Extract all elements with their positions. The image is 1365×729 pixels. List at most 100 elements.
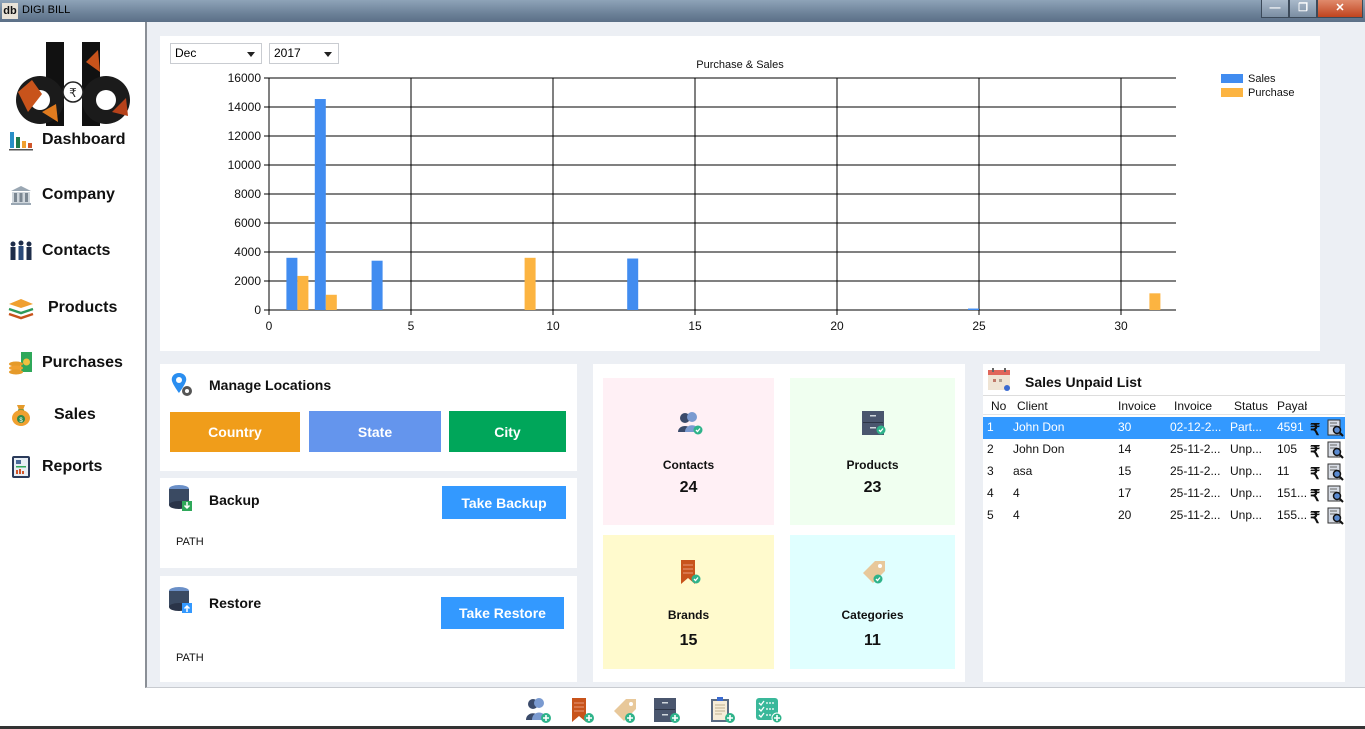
table-row[interactable]: 4 4 17 25-11-2... Unp... 151... ₹ — [983, 483, 1345, 505]
x-tick-label: 5 — [408, 319, 415, 333]
cell-no: 2 — [987, 442, 994, 456]
cell-invoice-no: 17 — [1118, 486, 1132, 500]
database-download-icon — [169, 485, 192, 511]
sidebar-item-label: Products — [48, 299, 118, 316]
cell-no: 3 — [987, 464, 994, 478]
manage-locations-title: Manage Locations — [209, 377, 332, 393]
people-group-icon — [10, 240, 32, 260]
state-button[interactable]: State — [309, 411, 441, 452]
table-row[interactable]: 1 John Don 30 02-12-2... Part... 4591 ₹ — [983, 417, 1345, 439]
bookmark-check-icon — [680, 560, 700, 584]
maximize-button[interactable]: ❐ — [1289, 0, 1317, 18]
cell-client: John Don — [1013, 442, 1065, 456]
cell-invoice-no: 14 — [1118, 442, 1132, 456]
add-purchase-icon[interactable] — [709, 696, 737, 724]
x-tick-label: 30 — [1114, 319, 1128, 333]
view-invoice-icon[interactable] — [1327, 441, 1344, 459]
stat-value: 11 — [864, 632, 881, 649]
sidebar-item-label: Reports — [42, 458, 103, 475]
backup-panel: Backup Take Backup PATH — [160, 478, 577, 568]
quick-add-toolbar — [0, 688, 1365, 726]
y-tick-label: 12000 — [228, 129, 262, 143]
cell-invoice-no: 20 — [1118, 508, 1132, 522]
take-backup-button[interactable]: Take Backup — [442, 486, 566, 519]
backup-path-label: PATH — [176, 536, 204, 548]
add-contact-icon[interactable] — [524, 696, 552, 724]
y-tick-label: 2000 — [234, 274, 261, 288]
stat-label: Products — [846, 458, 899, 472]
money-bag-icon: $ — [12, 405, 30, 426]
tag-check-icon — [862, 561, 885, 584]
brands-stat-tile[interactable]: Brands 15 — [603, 535, 774, 669]
add-brand-icon[interactable] — [568, 696, 596, 724]
column-header-invoice-no[interactable]: Invoice — [1118, 399, 1170, 413]
column-header-client[interactable]: Client — [1017, 399, 1112, 413]
take-restore-button[interactable]: Take Restore — [441, 597, 564, 629]
legend-label-purchase: Purchase — [1248, 87, 1294, 99]
pay-rupee-icon[interactable]: ₹ — [1310, 420, 1320, 440]
cell-invoice-no: 15 — [1118, 464, 1132, 478]
column-header-no[interactable]: No — [991, 399, 1009, 413]
pay-rupee-icon[interactable]: ₹ — [1310, 442, 1320, 462]
sales-unpaid-panel: Sales Unpaid List No Client Invoice Invo… — [983, 364, 1345, 682]
contacts-check-icon — [677, 412, 702, 435]
column-header-payable[interactable]: Payable — [1277, 399, 1307, 413]
close-button[interactable]: ✕ — [1317, 0, 1363, 18]
sidebar-item-company[interactable]: Company — [8, 183, 115, 207]
pay-rupee-icon[interactable]: ₹ — [1310, 508, 1320, 528]
legend-label-sales: Sales — [1248, 73, 1276, 85]
bar-purchase-day-31 — [1149, 293, 1161, 310]
sidebar-item-products[interactable]: Products — [8, 296, 117, 320]
cell-no: 4 — [987, 486, 994, 500]
minimize-button[interactable]: — — [1261, 0, 1289, 18]
sidebar-item-sales[interactable]: $ Sales — [8, 403, 96, 427]
pay-rupee-icon[interactable]: ₹ — [1310, 464, 1320, 484]
stat-value: 15 — [679, 632, 698, 649]
sidebar-item-reports[interactable]: Reports — [8, 455, 102, 479]
stats-panel: Contacts 24 Products 23 Brands 15 Catego… — [593, 364, 965, 682]
bar-sales-day-13 — [627, 258, 639, 310]
add-category-icon[interactable] — [612, 696, 640, 724]
contacts-stat-tile[interactable]: Contacts 24 — [603, 378, 774, 525]
pay-rupee-icon[interactable]: ₹ — [1310, 486, 1320, 506]
country-button[interactable]: Country — [170, 412, 300, 452]
view-invoice-icon[interactable] — [1327, 463, 1344, 481]
table-row[interactable]: 3 asa 15 25-11-2... Unp... 11 ₹ — [983, 461, 1345, 483]
backup-title: Backup — [209, 492, 260, 508]
restore-path-label: PATH — [176, 652, 204, 664]
legend-swatch-purchase — [1221, 88, 1243, 97]
view-invoice-icon[interactable] — [1327, 507, 1344, 525]
bar-purchase-day-2 — [325, 294, 337, 310]
stat-value: 24 — [679, 479, 698, 496]
sidebar-item-dashboard[interactable]: Dashboard — [8, 128, 126, 152]
cell-invoice-no: 30 — [1118, 420, 1132, 434]
x-tick-label: 0 — [266, 319, 273, 333]
x-tick-label: 15 — [688, 319, 702, 333]
column-header-invoice-date[interactable]: Invoice — [1174, 399, 1228, 413]
products-stat-tile[interactable]: Products 23 — [790, 378, 955, 525]
restore-panel: Restore Take Restore PATH — [160, 576, 577, 682]
y-tick-label: 16000 — [228, 71, 262, 85]
add-product-icon[interactable] — [653, 696, 681, 724]
bar-sales-day-25 — [968, 308, 979, 310]
add-sale-icon[interactable] — [755, 696, 783, 724]
categories-stat-tile[interactable]: Categories 11 — [790, 535, 955, 669]
cell-status: Unp... — [1230, 508, 1263, 522]
y-tick-label: 6000 — [234, 216, 261, 230]
bar-sales-day-2 — [314, 99, 326, 311]
view-invoice-icon[interactable] — [1327, 419, 1344, 437]
city-button[interactable]: City — [449, 411, 566, 452]
view-invoice-icon[interactable] — [1327, 485, 1344, 503]
manage-locations-panel: Manage Locations Country State City — [160, 364, 577, 471]
table-row[interactable]: 2 John Don 14 25-11-2... Unp... 105 ₹ — [983, 439, 1345, 461]
sidebar-item-purchases[interactable]: Purchases — [8, 351, 123, 375]
window-title: DIGI BILL — [22, 4, 71, 16]
cell-payable: 11 — [1277, 464, 1290, 478]
bar-chart-icon — [9, 132, 33, 151]
cell-status: Part... — [1230, 420, 1263, 434]
table-row[interactable]: 5 4 20 25-11-2... Unp... 155... ₹ — [983, 505, 1345, 527]
sidebar-item-label: Contacts — [42, 242, 111, 259]
column-header-status[interactable]: Status — [1234, 399, 1272, 413]
bar-sales-day-1 — [286, 257, 298, 310]
sidebar-item-contacts[interactable]: Contacts — [8, 239, 110, 263]
